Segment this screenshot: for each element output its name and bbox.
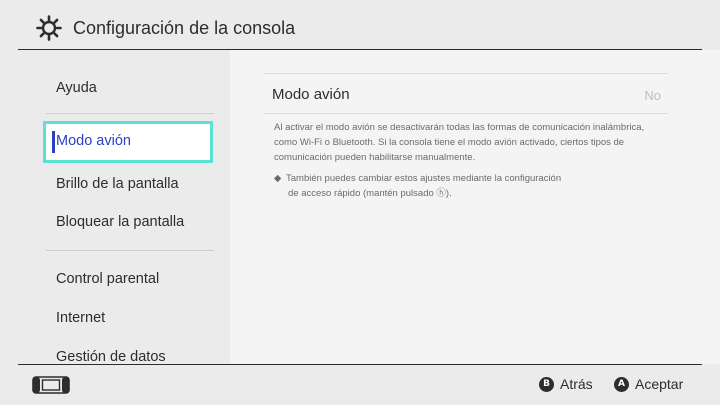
airplane-mode-value: No bbox=[644, 88, 661, 103]
sidebar-divider bbox=[46, 113, 214, 114]
b-button-icon: B bbox=[539, 376, 554, 392]
settings-panel: Modo avión No Al activar el modo avión s… bbox=[230, 50, 720, 364]
selection-indicator bbox=[52, 131, 55, 153]
sidebar-item-control-parental[interactable]: Control parental bbox=[56, 271, 159, 287]
handheld-console-icon bbox=[32, 376, 70, 394]
row-divider bbox=[264, 113, 668, 114]
accept-label: Aceptar bbox=[635, 376, 684, 392]
page-title: Configuración de la consola bbox=[73, 18, 296, 38]
sidebar-divider bbox=[46, 250, 214, 251]
diamond-bullet-icon: ◆ bbox=[274, 173, 282, 184]
note-text-line2: de acceso rápido (mantén pulsado ⓗ). bbox=[288, 188, 452, 199]
sidebar-item-ayuda[interactable]: Ayuda bbox=[56, 80, 97, 96]
footer: B Atrás A Aceptar bbox=[0, 365, 720, 405]
back-label: Atrás bbox=[560, 376, 593, 392]
sidebar-item-gestion-datos[interactable]: Gestión de datos bbox=[56, 349, 166, 364]
setting-description: Al activar el modo avión se desactivarán… bbox=[274, 122, 645, 163]
gear-icon bbox=[36, 15, 62, 41]
sidebar-item-bloquear[interactable]: Bloquear la pantalla bbox=[56, 214, 184, 230]
accept-button[interactable]: A Aceptar bbox=[614, 376, 683, 392]
note-text-line1: También puedes cambiar estos ajustes med… bbox=[286, 173, 562, 184]
back-button[interactable]: B Atrás bbox=[539, 376, 593, 392]
sidebar-item-modo-avion[interactable]: Modo avión bbox=[43, 121, 213, 163]
sidebar-item-label: Modo avión bbox=[56, 133, 131, 149]
row-divider bbox=[264, 73, 668, 74]
sidebar: Ayuda Modo avión Brillo de la pantalla B… bbox=[0, 50, 230, 364]
sidebar-item-brillo[interactable]: Brillo de la pantalla bbox=[56, 176, 179, 192]
sidebar-item-internet[interactable]: Internet bbox=[56, 310, 105, 326]
setting-note: ◆ También puedes cambiar estos ajustes me… bbox=[274, 171, 654, 201]
a-button-icon: A bbox=[614, 376, 629, 392]
header: Configuración de la consola bbox=[0, 0, 720, 50]
airplane-mode-setting[interactable]: Modo avión bbox=[272, 86, 350, 103]
